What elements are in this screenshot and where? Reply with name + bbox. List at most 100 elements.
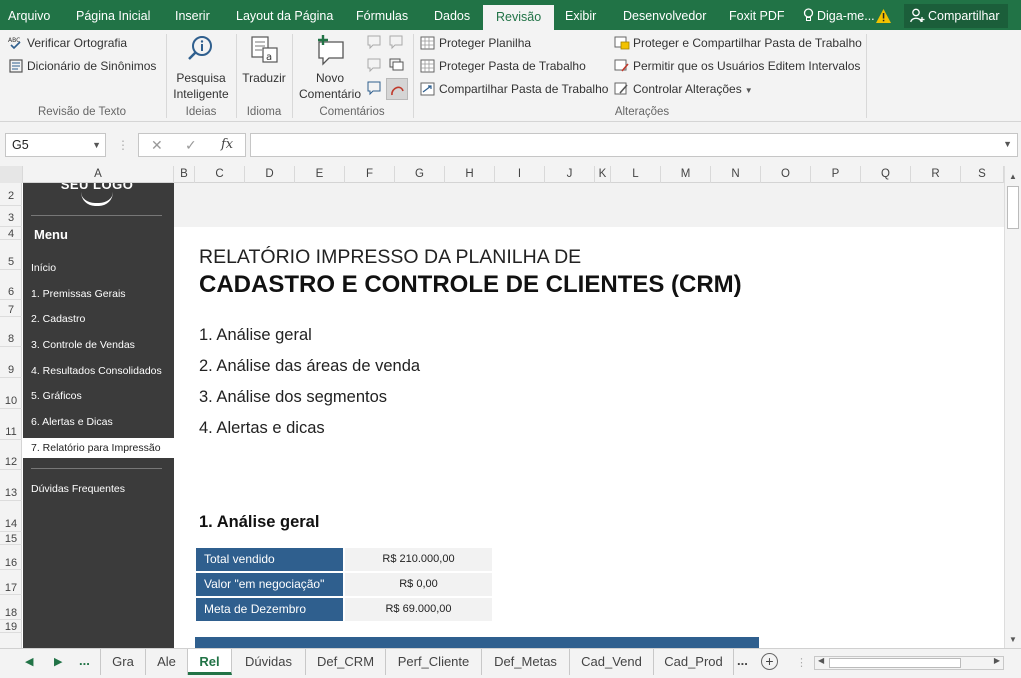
more-sheets-right-icon[interactable]: ... bbox=[737, 653, 748, 668]
row-header[interactable]: 11 bbox=[0, 409, 22, 440]
tab-desenvolvedor[interactable]: Desenvolvedor bbox=[623, 0, 706, 30]
smart-lookup-button[interactable]: Pesquisa Inteligente bbox=[170, 34, 232, 102]
column-header[interactable]: B bbox=[174, 166, 195, 183]
sheet-grid[interactable]: SEU LOGO Menu Início 1. Premissas Gerais… bbox=[23, 183, 1004, 648]
tab-pagina-inicial[interactable]: Página Inicial bbox=[76, 0, 150, 30]
row-header[interactable]: 13 bbox=[0, 470, 22, 501]
column-header[interactable]: D bbox=[245, 166, 295, 183]
column-header[interactable]: K bbox=[595, 166, 611, 183]
scroll-thumb[interactable] bbox=[829, 658, 961, 668]
sheet-tab[interactable]: Perf_Cliente bbox=[386, 649, 482, 675]
tab-layout-da-pagina[interactable]: Layout da Página bbox=[236, 0, 333, 30]
column-header[interactable]: F bbox=[345, 166, 395, 183]
spelling-button[interactable]: ABC Verificar Ortografia bbox=[8, 36, 127, 50]
scroll-left-icon[interactable]: ◀ bbox=[818, 656, 824, 665]
sidebar-item-inicio[interactable]: Início bbox=[23, 259, 174, 277]
column-header[interactable]: J bbox=[545, 166, 595, 183]
select-all-corner[interactable] bbox=[0, 166, 23, 183]
next-sheet-icon[interactable]: ▶ bbox=[54, 655, 62, 668]
sidebar-item-relatorio-para-impressao[interactable]: 7. Relatório para Impressão bbox=[23, 438, 174, 458]
sheet-tab[interactable]: Gra bbox=[100, 649, 146, 675]
scroll-up-icon[interactable]: ▲ bbox=[1009, 172, 1017, 181]
column-header[interactable]: N bbox=[711, 166, 761, 183]
allow-edit-ranges-button[interactable]: Permitir que os Usuários Editem Interval… bbox=[614, 59, 860, 73]
splitter-handle-icon[interactable]: ⋮ bbox=[796, 656, 807, 669]
resize-handle-icon[interactable]: ⋮ bbox=[117, 138, 129, 152]
next-comment-icon[interactable] bbox=[366, 57, 384, 73]
track-changes-button[interactable]: Controlar Alterações ▼ bbox=[614, 82, 753, 96]
enter-icon[interactable]: ✓ bbox=[185, 137, 197, 154]
sidebar-item-graficos[interactable]: 5. Gráficos bbox=[23, 387, 174, 405]
column-header[interactable]: I bbox=[495, 166, 545, 183]
warning-icon[interactable] bbox=[876, 9, 891, 23]
row-header[interactable]: 10 bbox=[0, 378, 22, 409]
tab-foxit-pdf[interactable]: Foxit PDF bbox=[729, 0, 785, 30]
show-ink-button[interactable] bbox=[386, 78, 408, 100]
row-header[interactable]: 3 bbox=[0, 206, 22, 227]
row-header[interactable]: 14 bbox=[0, 501, 22, 532]
sheet-tab[interactable]: Cad_Prod bbox=[654, 649, 734, 675]
sheet-tab-active[interactable]: Rel bbox=[188, 649, 232, 675]
tab-formulas[interactable]: Fórmulas bbox=[356, 0, 408, 30]
column-header[interactable]: R bbox=[911, 166, 961, 183]
sheet-tab[interactable]: Def_Metas bbox=[482, 649, 570, 675]
sheet-tab[interactable]: Cad_Vend bbox=[570, 649, 654, 675]
column-header[interactable]: L bbox=[611, 166, 661, 183]
protect-sheet-button[interactable]: Proteger Planilha bbox=[420, 36, 531, 50]
scroll-right-icon[interactable]: ▶ bbox=[994, 656, 1000, 665]
name-box[interactable]: G5 ▼ bbox=[5, 133, 106, 157]
tab-revisao[interactable]: Revisão bbox=[483, 5, 555, 30]
previous-comment-icon[interactable] bbox=[388, 34, 406, 50]
tell-me-search[interactable]: Diga-me... bbox=[803, 0, 875, 30]
row-header[interactable]: 2 bbox=[0, 183, 22, 206]
column-header[interactable]: M bbox=[661, 166, 711, 183]
column-header[interactable]: G bbox=[395, 166, 445, 183]
row-header[interactable]: 19 bbox=[0, 620, 22, 633]
row-header[interactable]: 15 bbox=[0, 532, 22, 545]
formula-input[interactable]: ▼ bbox=[250, 133, 1018, 157]
sidebar-item-duvidas-frequentes[interactable]: Dúvidas Frequentes bbox=[23, 480, 174, 498]
row-header[interactable]: 17 bbox=[0, 570, 22, 595]
protect-workbook-button[interactable]: Proteger Pasta de Trabalho bbox=[420, 59, 586, 73]
row-header[interactable]: 18 bbox=[0, 595, 22, 620]
row-header[interactable]: 8 bbox=[0, 317, 22, 347]
sidebar-item-alertas-e-dicas[interactable]: 6. Alertas e Dicas bbox=[23, 413, 174, 431]
row-header[interactable]: 4 bbox=[0, 227, 22, 240]
sidebar-item-resultados-consolidados[interactable]: 4. Resultados Consolidados bbox=[23, 362, 174, 380]
column-header[interactable]: O bbox=[761, 166, 811, 183]
tab-inserir[interactable]: Inserir bbox=[175, 0, 210, 30]
vertical-scrollbar[interactable]: ▲ ▼ bbox=[1004, 166, 1021, 648]
row-header[interactable]: 16 bbox=[0, 545, 22, 570]
row-header[interactable]: 5 bbox=[0, 240, 22, 270]
sidebar-item-premissas-gerais[interactable]: 1. Premissas Gerais bbox=[23, 285, 174, 303]
prev-sheet-icon[interactable]: ◀ bbox=[25, 655, 33, 668]
share-workbook-button[interactable]: Compartilhar Pasta de Trabalho bbox=[420, 82, 608, 96]
chevron-down-icon[interactable]: ▼ bbox=[92, 134, 101, 156]
sheet-tab[interactable]: Ale bbox=[146, 649, 188, 675]
show-all-comments-icon[interactable] bbox=[388, 57, 406, 73]
insert-function-icon[interactable]: fx bbox=[221, 137, 233, 152]
column-header[interactable]: E bbox=[295, 166, 345, 183]
column-header[interactable]: A bbox=[23, 166, 174, 183]
tab-dados[interactable]: Dados bbox=[434, 0, 470, 30]
cancel-icon[interactable]: ✕ bbox=[151, 137, 163, 154]
new-comment-button[interactable]: Novo Comentário bbox=[296, 34, 364, 102]
tab-exibir[interactable]: Exibir bbox=[565, 0, 596, 30]
protect-and-share-button[interactable]: Proteger e Compartilhar Pasta de Trabalh… bbox=[614, 36, 862, 50]
column-header[interactable]: H bbox=[445, 166, 495, 183]
scroll-thumb[interactable] bbox=[1007, 186, 1019, 229]
add-sheet-icon[interactable]: + bbox=[761, 653, 778, 670]
show-hide-comment-icon[interactable] bbox=[366, 80, 384, 96]
row-header[interactable]: 7 bbox=[0, 300, 22, 317]
row-header[interactable]: 6 bbox=[0, 270, 22, 300]
column-header[interactable]: P bbox=[811, 166, 861, 183]
chevron-down-icon[interactable]: ▼ bbox=[1003, 139, 1012, 149]
column-header[interactable]: Q bbox=[861, 166, 911, 183]
column-header[interactable]: S bbox=[961, 166, 1004, 183]
sidebar-item-controle-de-vendas[interactable]: 3. Controle de Vendas bbox=[23, 336, 174, 354]
horizontal-scrollbar[interactable]: ◀ ▶ bbox=[814, 656, 1004, 670]
sheet-tab[interactable]: Dúvidas bbox=[232, 649, 306, 675]
tab-arquivo[interactable]: Arquivo bbox=[8, 0, 50, 30]
row-header[interactable]: 9 bbox=[0, 347, 22, 378]
row-header[interactable]: 12 bbox=[0, 440, 22, 470]
